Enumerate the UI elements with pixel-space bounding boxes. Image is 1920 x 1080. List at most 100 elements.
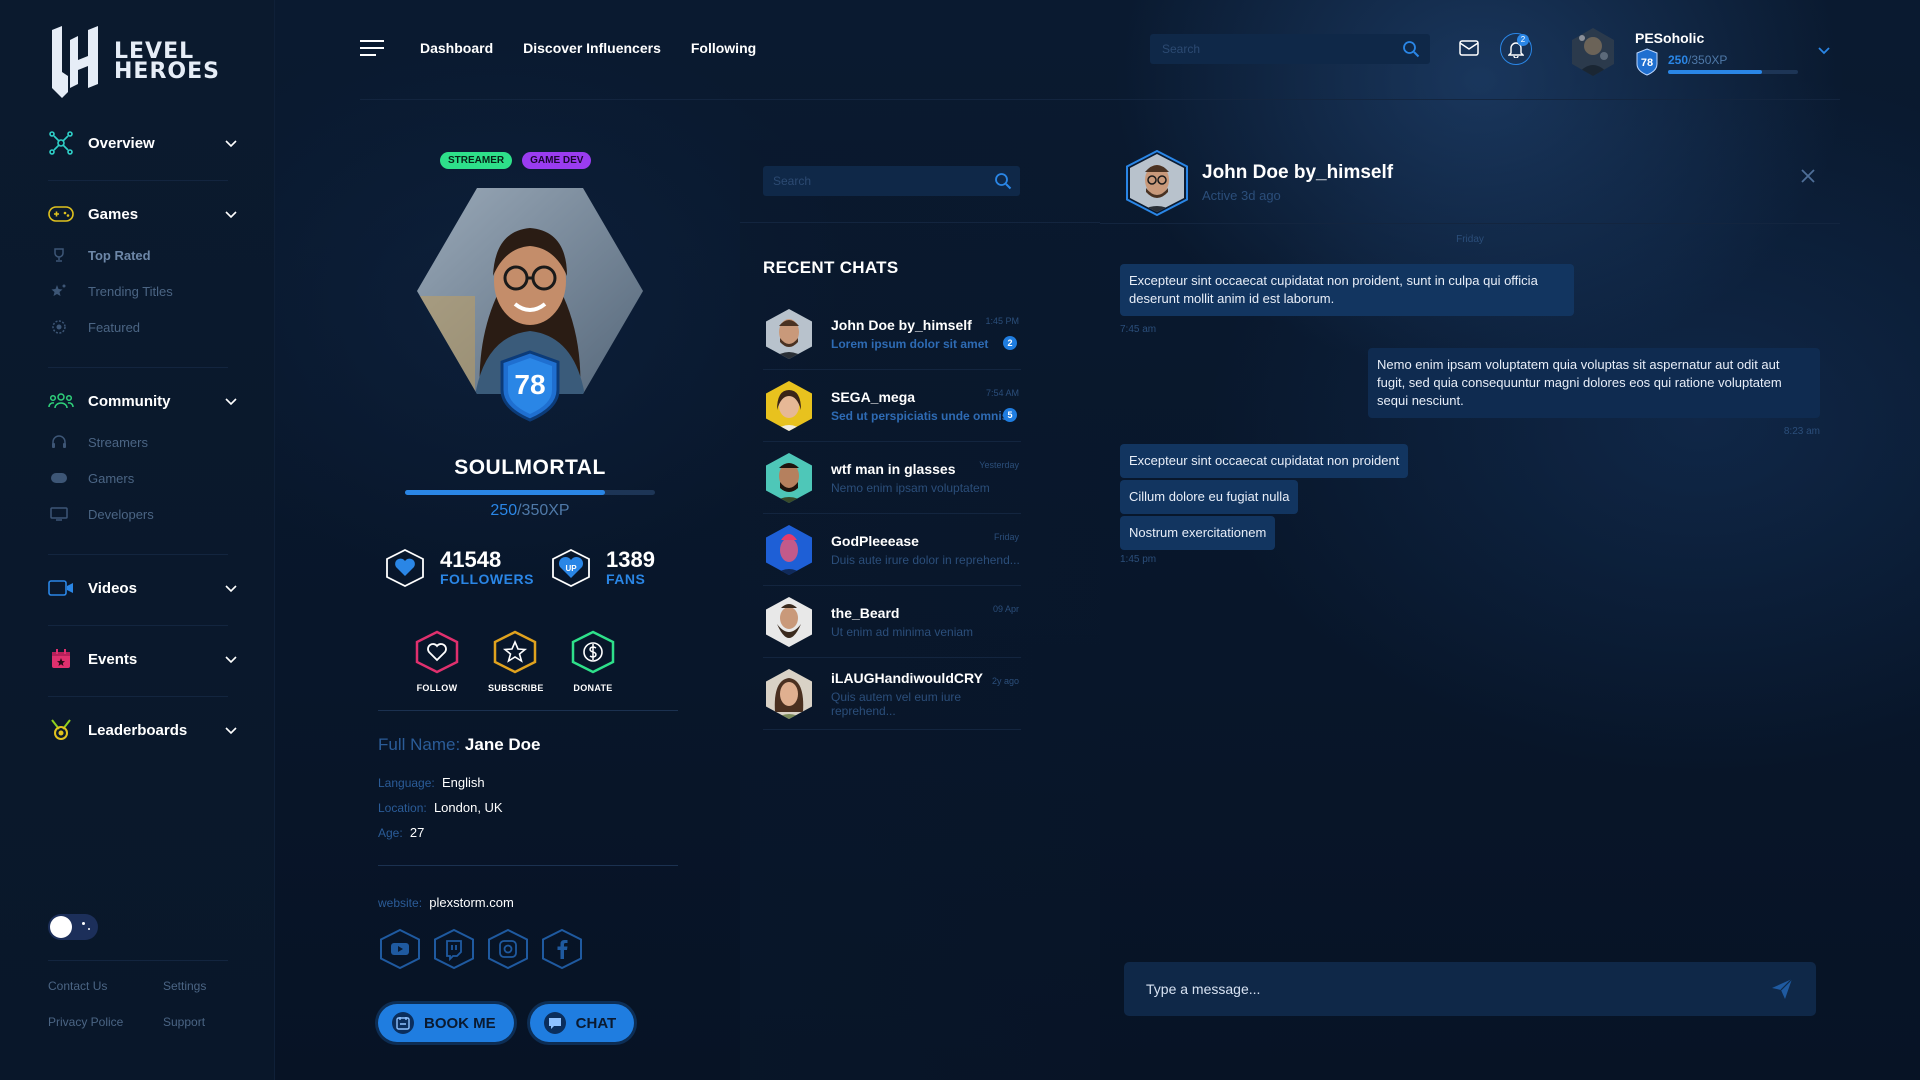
privacy-policy-link[interactable]: Privacy Police (48, 1015, 163, 1029)
chat-text: John Doe by_himself Lorem ipsum dolor sit… (831, 317, 988, 351)
follow-label: FOLLOW (416, 683, 458, 693)
nav-following[interactable]: Following (691, 40, 756, 56)
community-people-icon (48, 390, 74, 412)
book-me-button[interactable]: BOOK ME (378, 1004, 514, 1042)
nav-discover-influencers[interactable]: Discover Influencers (523, 40, 661, 56)
brand-logo[interactable]: LEVEL HEROES (48, 26, 220, 98)
nav-group-overview: Overview (48, 128, 238, 158)
chat-item[interactable]: the_Beard Ut enim ad minima veniam 09 Apr (763, 586, 1021, 658)
fans-heart-icon: UP (552, 548, 590, 588)
message-input[interactable]: Type a message... (1124, 962, 1816, 1016)
sidebar-item-featured[interactable]: Featured (48, 309, 238, 345)
profile-xp-value: 250 (490, 502, 518, 519)
donate-button[interactable]: DONATE (566, 630, 620, 693)
chat-text: SEGA_mega Sed ut perspiciatis unde omnis (831, 389, 1008, 423)
sidebar-item-streamers[interactable]: Streamers (48, 424, 238, 460)
recent-chats-heading: RECENT CHATS (763, 258, 899, 277)
search-icon[interactable] (1402, 40, 1420, 58)
chat-item[interactable]: SEGA_mega Sed ut perspiciatis unde omnis … (763, 370, 1021, 442)
chevron-down-icon[interactable] (1816, 42, 1832, 58)
chat-search-input[interactable]: Search (763, 166, 1020, 196)
mail-icon[interactable] (1459, 40, 1479, 56)
chat-button[interactable]: CHAT (529, 1004, 635, 1042)
chat-time: Yesterday (979, 460, 1019, 470)
contact-us-link[interactable]: Contact Us (48, 979, 163, 993)
sidebar-item-developers[interactable]: Developers (48, 496, 238, 532)
chats-divider (740, 222, 1100, 223)
chevron-down-icon[interactable] (224, 723, 238, 737)
profile-xp: 250/350XP (370, 502, 690, 520)
sidebar-item-label: Community (88, 392, 171, 410)
sidebar-item-label: Top Rated (88, 247, 151, 263)
sidebar-item-gamers[interactable]: Gamers (48, 460, 238, 496)
sidebar-item-games[interactable]: Games (48, 199, 238, 229)
menu-icon[interactable] (360, 40, 384, 61)
sidebar-item-label: Overview (88, 134, 155, 152)
sidebar-item-overview[interactable]: Overview (48, 128, 238, 158)
sidebar-item-top-rated[interactable]: Top Rated (48, 237, 238, 273)
dollar-icon (571, 630, 615, 674)
sidebar-item-leaderboards[interactable]: Leaderboards (48, 715, 238, 745)
youtube-icon[interactable] (378, 928, 422, 970)
monitor-code-icon (48, 505, 70, 523)
user-name[interactable]: PESoholic (1635, 30, 1704, 46)
send-icon[interactable] (1770, 977, 1794, 1001)
followers-label: FOLLOWERS (440, 571, 534, 587)
twitch-icon[interactable] (432, 928, 476, 970)
theme-toggle[interactable] (48, 914, 98, 940)
tag-game-dev[interactable]: GAME DEV (522, 152, 592, 169)
support-link[interactable]: Support (163, 1015, 233, 1029)
profile-age: Age: 27 (378, 825, 424, 840)
conversation-avatar[interactable] (1124, 150, 1190, 216)
sidebar-item-trending-titles[interactable]: Trending Titles (48, 273, 238, 309)
chevron-down-icon[interactable] (224, 136, 238, 150)
chevron-down-icon[interactable] (224, 394, 238, 408)
user-xp-total: /350XP (1688, 53, 1728, 67)
close-icon[interactable] (1800, 168, 1816, 184)
message-bubble: Cillum dolore eu fugiat nulla (1120, 480, 1299, 514)
notifications-button[interactable]: 2 (1500, 33, 1532, 65)
chat-avatar (766, 668, 812, 719)
sidebar-item-community[interactable]: Community (48, 386, 238, 416)
sidebar-item-label: Videos (88, 579, 137, 597)
search-input[interactable]: Search (1150, 34, 1430, 64)
overview-network-icon (48, 131, 74, 155)
chevron-down-icon[interactable] (224, 652, 238, 666)
chat-name: the_Beard (831, 604, 900, 621)
nav-group-videos: Videos (48, 573, 238, 603)
settings-link[interactable]: Settings (163, 979, 233, 993)
subscribe-button[interactable]: SUBSCRIBE (488, 630, 544, 693)
chat-item[interactable]: wtf man in glasses Nemo enim ipsam volupt… (763, 442, 1021, 514)
nav-dashboard[interactable]: Dashboard (420, 40, 493, 56)
chat-text: the_Beard Ut enim ad minima veniam (831, 605, 973, 639)
sidebar-divider (48, 554, 228, 555)
chevron-down-icon[interactable] (224, 581, 238, 595)
follow-button[interactable]: FOLLOW (410, 630, 464, 693)
search-icon[interactable] (994, 172, 1012, 190)
chat-item[interactable]: John Doe by_himself Lorem ipsum dolor sit… (763, 298, 1021, 370)
star-icon (88, 928, 90, 930)
tag-streamer[interactable]: STREAMER (440, 152, 513, 169)
sidebar-item-videos[interactable]: Videos (48, 573, 238, 603)
profile-language: Language: English (378, 775, 485, 790)
age-value: 27 (409, 825, 425, 840)
sidebar-divider (48, 367, 228, 368)
location-key: Location: (378, 801, 427, 815)
chevron-down-icon[interactable] (224, 207, 238, 221)
message-bubble: Excepteur sint occaecat cupidatat non pr… (1120, 264, 1574, 316)
fans-text: 1389 FANS (606, 549, 655, 588)
message-bubble: Nemo enim ipsam voluptatem quia voluptas… (1368, 348, 1820, 418)
sidebar-divider (48, 625, 228, 626)
instagram-icon[interactable] (486, 928, 530, 970)
user-avatar[interactable] (1568, 26, 1618, 76)
day-separator: Friday (1456, 234, 1484, 245)
chat-avatar (766, 596, 812, 647)
subscribe-label: SUBSCRIBE (488, 683, 544, 693)
message-placeholder: Type a message... (1146, 981, 1261, 997)
chat-text: wtf man in glasses Nemo enim ipsam volupt… (831, 461, 990, 495)
website-link[interactable]: plexstorm.com (429, 895, 514, 910)
chat-item[interactable]: GodPleeease Duis aute irure dolor in repr… (763, 514, 1021, 586)
chat-item[interactable]: iLAUGHandiwouldCRY Quis autem vel eum iur… (763, 658, 1021, 730)
sidebar-item-events[interactable]: Events (48, 644, 238, 674)
facebook-icon[interactable] (540, 928, 584, 970)
